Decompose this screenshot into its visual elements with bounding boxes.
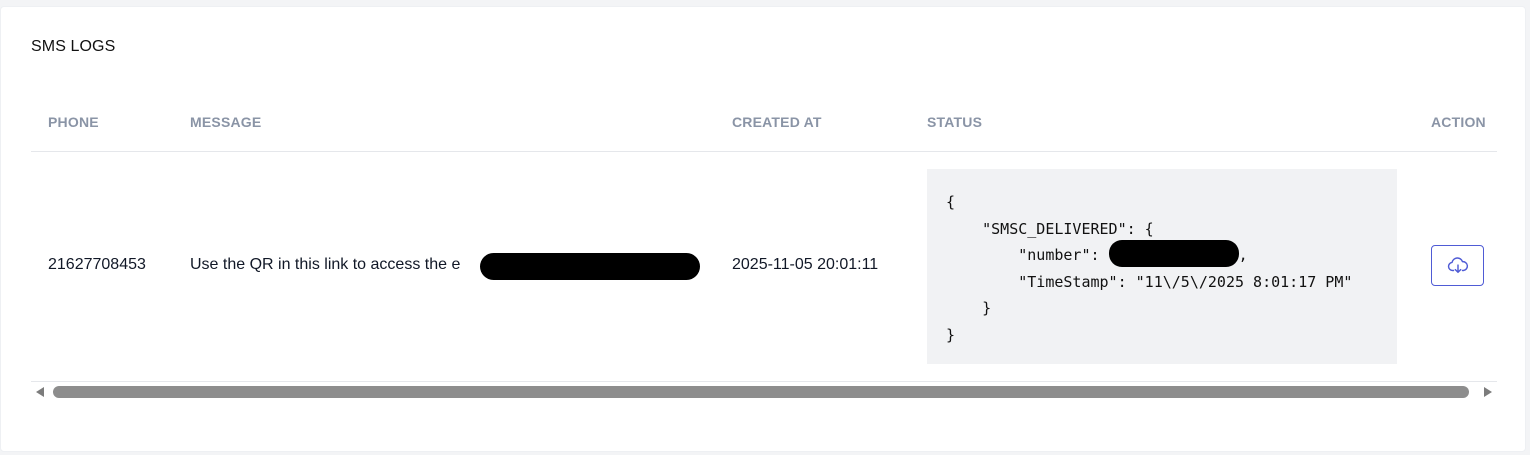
status-line: { [946,193,956,211]
column-header-phone[interactable]: PHONE [48,114,99,130]
sms-logs-card: SMS LOGS PHONE MESSAGE CREATED AT STATUS… [0,6,1526,452]
scroll-thumb[interactable] [53,386,1469,398]
status-line: "TimeStamp": "11\/5\/2025 8:01:17 PM" [946,272,1353,291]
cloud-download-icon [1447,256,1468,273]
created-at-cell: 2025-11-05 20:01:11 [732,256,879,273]
scroll-track[interactable] [53,386,1469,398]
download-button[interactable] [1431,245,1484,286]
status-line-number: "number": , [946,240,1397,269]
column-header-created-at[interactable]: CREATED AT [732,114,822,130]
status-number-key: "number": [946,246,1109,264]
number-redaction [1108,240,1239,267]
status-line: } [946,299,992,317]
status-line: "SMSC_DELIVERED": { [946,219,1154,238]
message-redaction [480,253,700,280]
phone-cell: 21627708453 [48,256,146,273]
column-header-status[interactable]: STATUS [927,114,982,130]
horizontal-scrollbar[interactable] [31,382,1497,402]
column-header-action: ACTION [1431,114,1486,130]
status-number-tail: , [1238,246,1248,264]
scroll-right-arrow-icon[interactable] [1484,387,1492,397]
scroll-left-arrow-icon[interactable] [36,387,44,397]
card-title: SMS LOGS [31,38,116,55]
status-json-block: { "SMSC_DELIVERED": { "number": , "TimeS… [927,169,1397,364]
sms-logs-table: PHONE MESSAGE CREATED AT STATUS ACTION 2… [31,97,1497,402]
table-row: 21627708453 Use the QR in this link to a… [31,152,1497,382]
table-header: PHONE MESSAGE CREATED AT STATUS ACTION [31,97,1497,152]
status-line: } [946,325,956,344]
column-header-message[interactable]: MESSAGE [190,114,261,130]
